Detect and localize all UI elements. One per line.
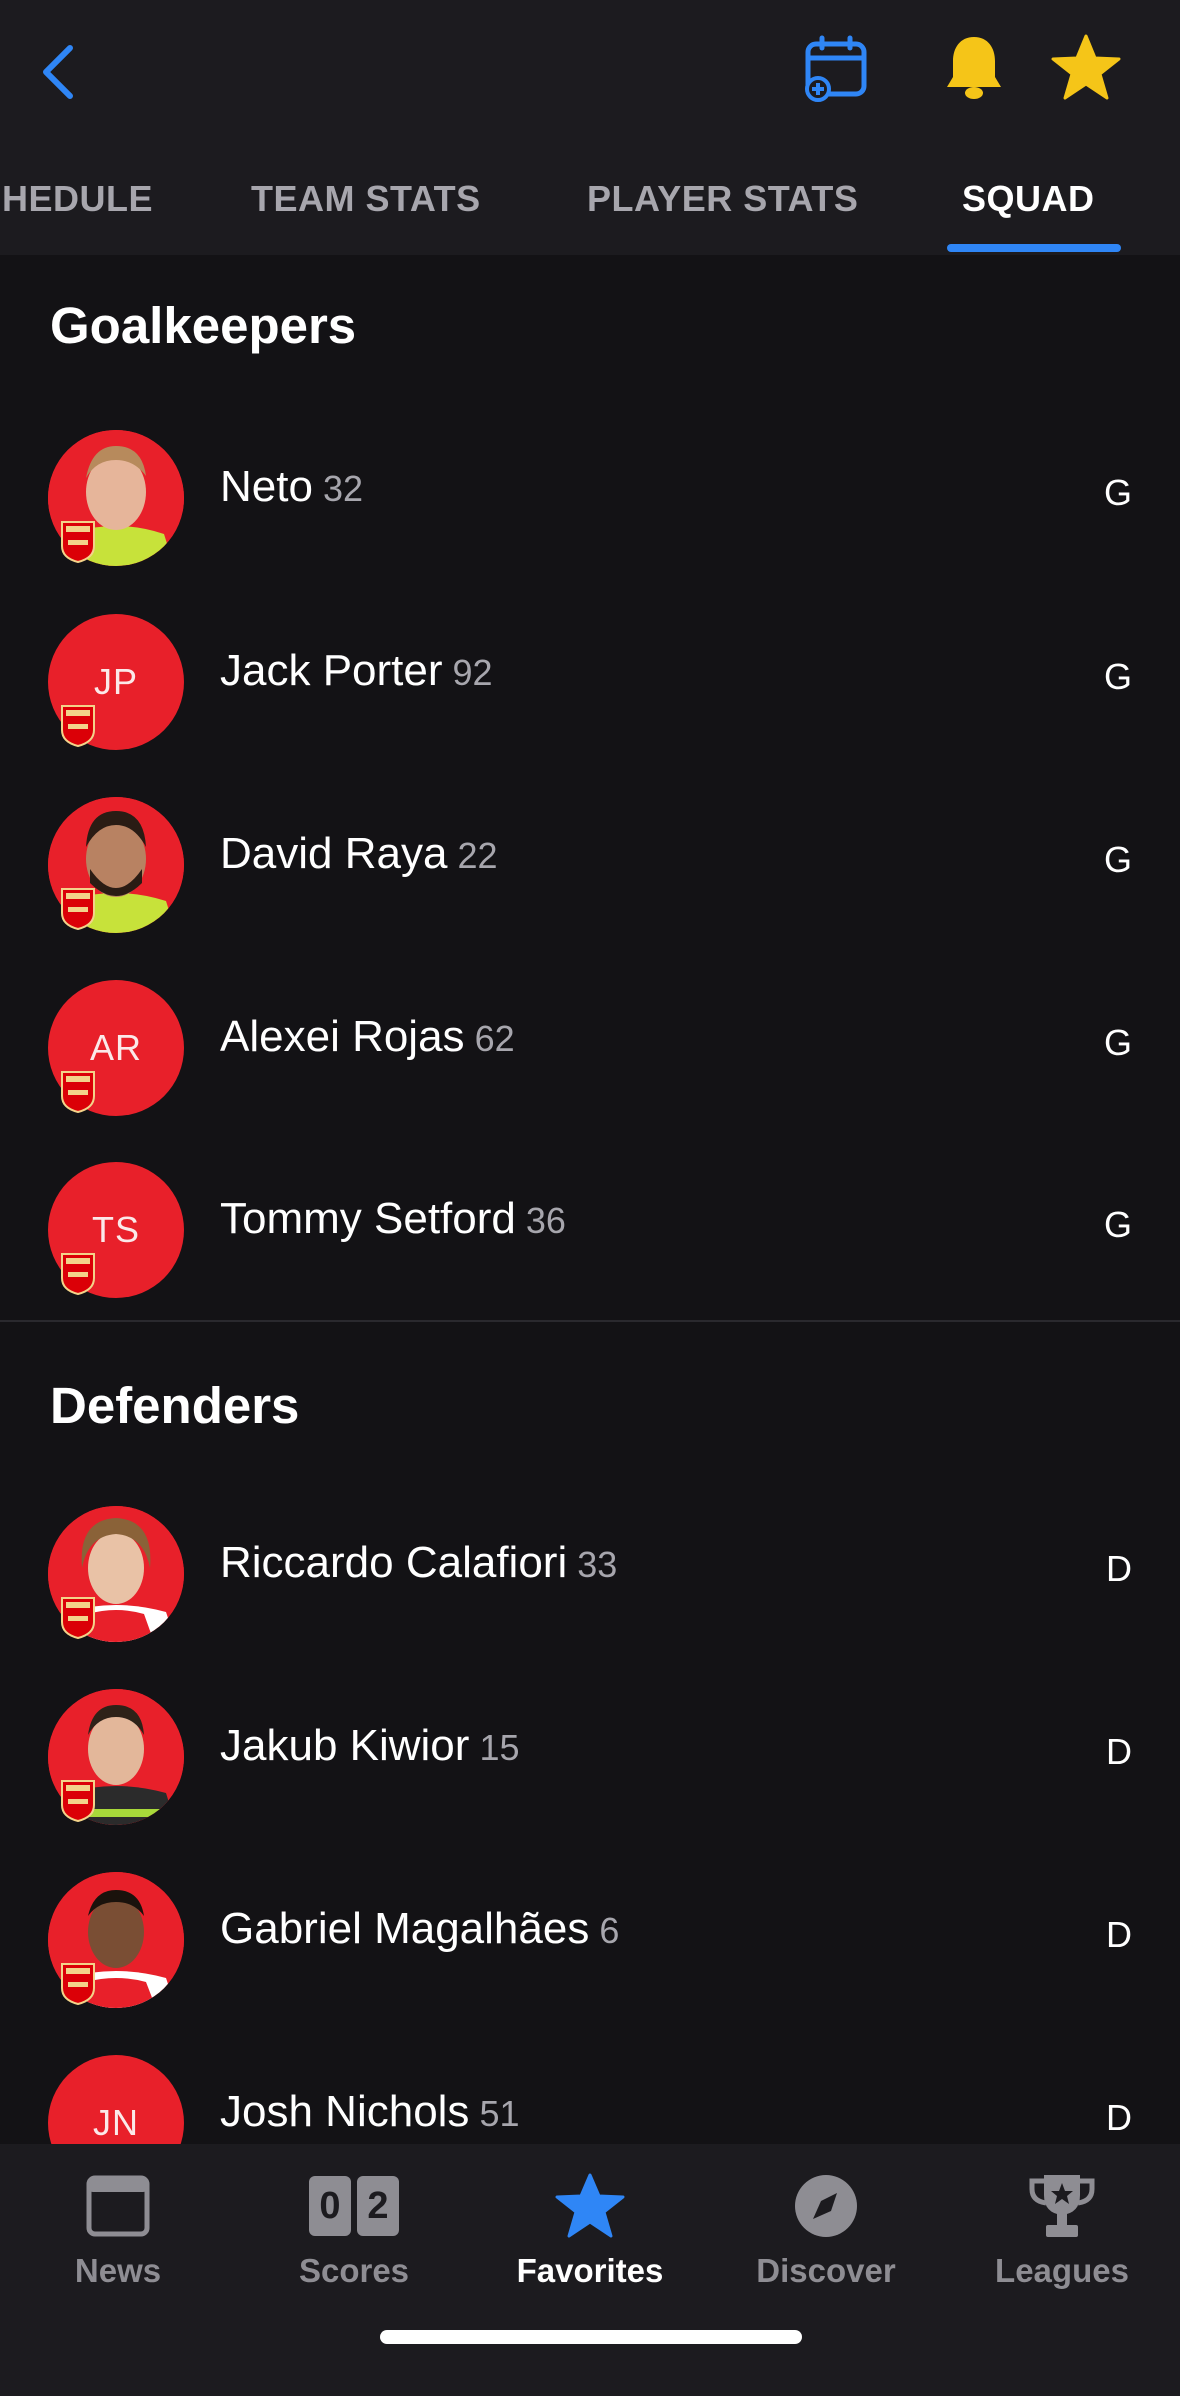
- player-initials: JN: [93, 2102, 139, 2143]
- player-number: 62: [474, 1018, 515, 1059]
- player-row[interactable]: David Raya 22 G: [0, 775, 1180, 955]
- player-number: 36: [525, 1200, 566, 1241]
- player-row[interactable]: Neto 32 G: [0, 408, 1180, 588]
- player-position: D: [1106, 1548, 1132, 1589]
- player-row[interactable]: JP Jack Porter 92 G: [0, 592, 1180, 772]
- nav-label: Discover: [756, 2252, 896, 2289]
- player-number: 92: [452, 652, 493, 693]
- player-row[interactable]: Jakub Kiwior 15 D: [0, 1667, 1180, 1847]
- nav-label: Scores: [298, 2252, 410, 2289]
- player-number: 32: [322, 468, 363, 509]
- calendar-add-icon: [805, 35, 867, 102]
- player-number: 51: [479, 2093, 520, 2134]
- tab-squad[interactable]: SQUAD: [962, 178, 1095, 220]
- player-number: 22: [457, 835, 498, 876]
- compass-icon: [795, 2175, 857, 2237]
- nav-scores[interactable]: 0 2 Scores: [254, 2168, 454, 2298]
- add-to-calendar-button[interactable]: [796, 28, 876, 108]
- nav-news[interactable]: News: [18, 2168, 218, 2298]
- player-initials: TS: [91, 1209, 140, 1250]
- top-bar: HEDULE TEAM STATS PLAYER STATS SQUAD: [0, 0, 1180, 255]
- player-name: David Raya 22: [220, 829, 498, 878]
- player-name: Jakub Kiwior 15: [220, 1721, 520, 1770]
- trophy-icon: [1029, 2175, 1095, 2237]
- team-crest-icon: [61, 1253, 95, 1296]
- tab-schedule[interactable]: HEDULE: [2, 178, 153, 220]
- team-crest-icon: [61, 521, 95, 564]
- player-row[interactable]: Riccardo Calafiori 33 D: [0, 1484, 1180, 1664]
- team-squad-screen: HEDULE TEAM STATS PLAYER STATS SQUAD Goa…: [0, 0, 1180, 2396]
- team-crest-icon: [61, 1071, 95, 1114]
- team-crest-icon: [61, 705, 95, 748]
- section-divider: [0, 1320, 1180, 1322]
- player-row[interactable]: TS Tommy Setford 36 G: [0, 1140, 1180, 1320]
- player-initials: JP: [93, 661, 138, 702]
- player-row[interactable]: AR Alexei Rojas 62 G: [0, 958, 1180, 1138]
- player-number: 33: [577, 1544, 618, 1585]
- section-title-goalkeepers: Goalkeepers: [50, 297, 357, 354]
- player-position: D: [1106, 2097, 1132, 2138]
- chevron-left-icon: [43, 45, 73, 99]
- scores-icon: 0 2: [309, 2176, 399, 2236]
- team-tabs: HEDULE TEAM STATS PLAYER STATS SQUAD: [0, 160, 1180, 255]
- team-crest-icon: [61, 1780, 95, 1823]
- player-position: G: [1103, 1022, 1132, 1063]
- player-number: 15: [479, 1727, 520, 1768]
- tab-player-stats[interactable]: PLAYER STATS: [587, 178, 858, 220]
- team-crest-icon: [61, 1597, 95, 1640]
- player-name: Neto 32: [220, 462, 363, 511]
- home-indicator: [380, 2330, 802, 2344]
- bell-icon: [947, 37, 1001, 99]
- notifications-button[interactable]: [934, 28, 1014, 108]
- nav-leagues[interactable]: Leagues: [962, 2168, 1162, 2298]
- player-position: D: [1106, 1731, 1132, 1772]
- star-icon: [555, 2173, 625, 2238]
- news-icon: [86, 2175, 150, 2237]
- favorite-team-button[interactable]: [1046, 28, 1126, 108]
- nav-discover[interactable]: Discover: [726, 2168, 926, 2298]
- player-name: Alexei Rojas 62: [220, 1012, 515, 1061]
- player-number: 6: [599, 1910, 620, 1951]
- back-button[interactable]: [38, 32, 98, 112]
- player-position: D: [1106, 1914, 1132, 1955]
- section-title-defenders: Defenders: [50, 1377, 300, 1434]
- player-name: Josh Nichols 51: [220, 2087, 520, 2136]
- tab-team-stats[interactable]: TEAM STATS: [251, 178, 481, 220]
- player-row[interactable]: Gabriel Magalhães 6 D: [0, 1850, 1180, 2030]
- player-position: G: [1103, 1204, 1132, 1245]
- player-position: G: [1103, 472, 1132, 513]
- nav-label: News: [74, 2252, 162, 2289]
- player-name: Gabriel Magalhães 6: [220, 1904, 620, 1953]
- team-crest-icon: [61, 1963, 95, 2006]
- bottom-tab-bar: News 0 2 Scores Favorites Discover Leagu…: [0, 2144, 1180, 2396]
- player-name: Jack Porter 92: [220, 646, 493, 695]
- team-crest-icon: [61, 888, 95, 931]
- player-position: G: [1103, 656, 1132, 697]
- player-name: Riccardo Calafiori 33: [220, 1538, 618, 1587]
- nav-favorites[interactable]: Favorites: [490, 2168, 690, 2298]
- active-tab-indicator: [947, 244, 1121, 252]
- player-name: Tommy Setford 36: [220, 1194, 566, 1243]
- nav-label: Leagues: [995, 2252, 1129, 2289]
- player-initials: AR: [89, 1027, 142, 1068]
- player-position: G: [1103, 839, 1132, 880]
- star-icon: [1051, 34, 1121, 100]
- nav-label: Favorites: [516, 2252, 664, 2289]
